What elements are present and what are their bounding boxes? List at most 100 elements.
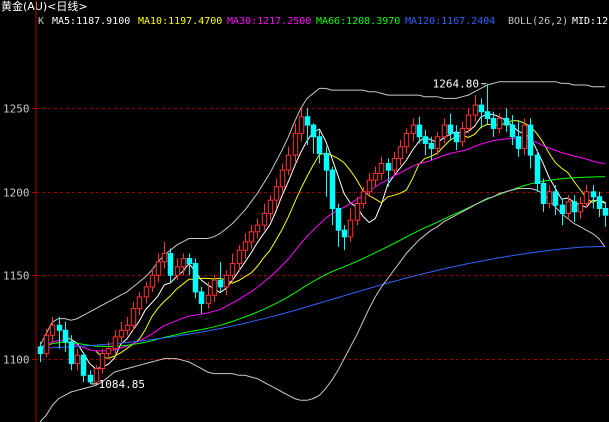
candle xyxy=(391,151,398,176)
candle xyxy=(217,261,224,292)
candle xyxy=(248,225,255,249)
candle-body xyxy=(130,308,137,326)
candle xyxy=(378,156,385,181)
candle-body xyxy=(478,104,485,113)
candle xyxy=(198,286,205,314)
candle-body xyxy=(341,229,348,238)
candle xyxy=(74,348,81,371)
candle-body xyxy=(261,212,268,226)
candle-body xyxy=(447,124,454,134)
candle xyxy=(534,150,541,192)
candle-body xyxy=(49,324,56,336)
candle-body xyxy=(397,146,404,159)
candle-body xyxy=(503,117,510,126)
candle-body xyxy=(99,353,106,370)
candle-body xyxy=(310,124,317,138)
candle xyxy=(571,195,578,222)
candle xyxy=(242,233,249,259)
candle-body xyxy=(472,104,479,116)
candle-body xyxy=(496,117,503,129)
candle xyxy=(37,341,44,362)
candle xyxy=(130,301,137,331)
candle-body xyxy=(515,136,522,149)
candle-body xyxy=(509,124,516,138)
candle-body xyxy=(273,186,280,201)
candle-body xyxy=(372,172,379,181)
candle-body xyxy=(453,132,460,143)
candle-body xyxy=(484,111,491,119)
candle-body xyxy=(223,274,230,288)
candle xyxy=(136,291,143,316)
candle xyxy=(341,225,348,251)
candle-body xyxy=(124,324,131,331)
candle-body xyxy=(217,279,224,288)
series-line-ma66 xyxy=(39,176,605,348)
candle-body xyxy=(118,329,125,338)
candle xyxy=(149,268,156,292)
candle-body xyxy=(267,199,274,214)
candle-body xyxy=(459,127,466,143)
candle-body xyxy=(366,179,373,193)
candle-body xyxy=(378,162,385,174)
candle-body xyxy=(527,124,534,156)
candle xyxy=(403,128,410,154)
candle xyxy=(372,166,379,187)
candle-body xyxy=(391,157,398,171)
candle-body xyxy=(521,124,528,149)
candle xyxy=(124,316,131,336)
candle-body xyxy=(540,182,547,204)
candle-body xyxy=(211,279,218,296)
y-tick-label: 1100 xyxy=(3,354,30,367)
candle-body xyxy=(62,329,69,343)
candle-body xyxy=(596,196,603,209)
candle xyxy=(602,201,609,227)
candle xyxy=(527,118,534,169)
candle xyxy=(323,146,330,197)
candle-body xyxy=(229,263,236,276)
candle-body xyxy=(236,249,243,265)
candle-body xyxy=(329,169,336,209)
candle xyxy=(422,130,429,156)
candle xyxy=(559,198,566,226)
candle xyxy=(441,118,448,144)
candle-body xyxy=(87,374,94,383)
candle-body xyxy=(105,348,112,355)
y-tick-label: 1250 xyxy=(3,103,30,116)
candle-body xyxy=(292,132,299,156)
candle-body xyxy=(112,336,119,350)
candle-body xyxy=(316,136,323,154)
candle xyxy=(279,163,286,192)
candle-body xyxy=(155,261,162,276)
candle-body xyxy=(74,354,81,365)
series-line-ma30 xyxy=(39,137,606,352)
y-tick-label: 1150 xyxy=(3,270,30,283)
candle-body xyxy=(186,258,193,265)
y-tick-label: 1200 xyxy=(3,187,30,200)
candle xyxy=(478,98,485,129)
candle xyxy=(366,173,373,197)
candle xyxy=(546,185,553,209)
candle-body xyxy=(534,154,541,184)
candle-body xyxy=(552,191,559,206)
candle-body xyxy=(385,162,392,171)
candle-body xyxy=(546,191,553,204)
candle-body xyxy=(465,114,472,129)
candle xyxy=(155,253,162,282)
candle xyxy=(335,203,342,247)
candle-body xyxy=(254,224,261,233)
candle xyxy=(577,196,584,219)
candle-layer xyxy=(37,83,609,384)
candle-body xyxy=(143,286,150,298)
candle xyxy=(329,166,336,226)
candle xyxy=(80,351,87,382)
candle xyxy=(223,270,230,296)
candle-body xyxy=(149,274,156,288)
candle xyxy=(261,203,268,231)
candle xyxy=(552,185,559,216)
candle-body xyxy=(167,253,174,276)
candle xyxy=(410,118,417,142)
candle-body xyxy=(43,334,50,355)
candle xyxy=(316,130,323,164)
candle-body xyxy=(490,117,497,129)
candle-body xyxy=(37,346,44,355)
